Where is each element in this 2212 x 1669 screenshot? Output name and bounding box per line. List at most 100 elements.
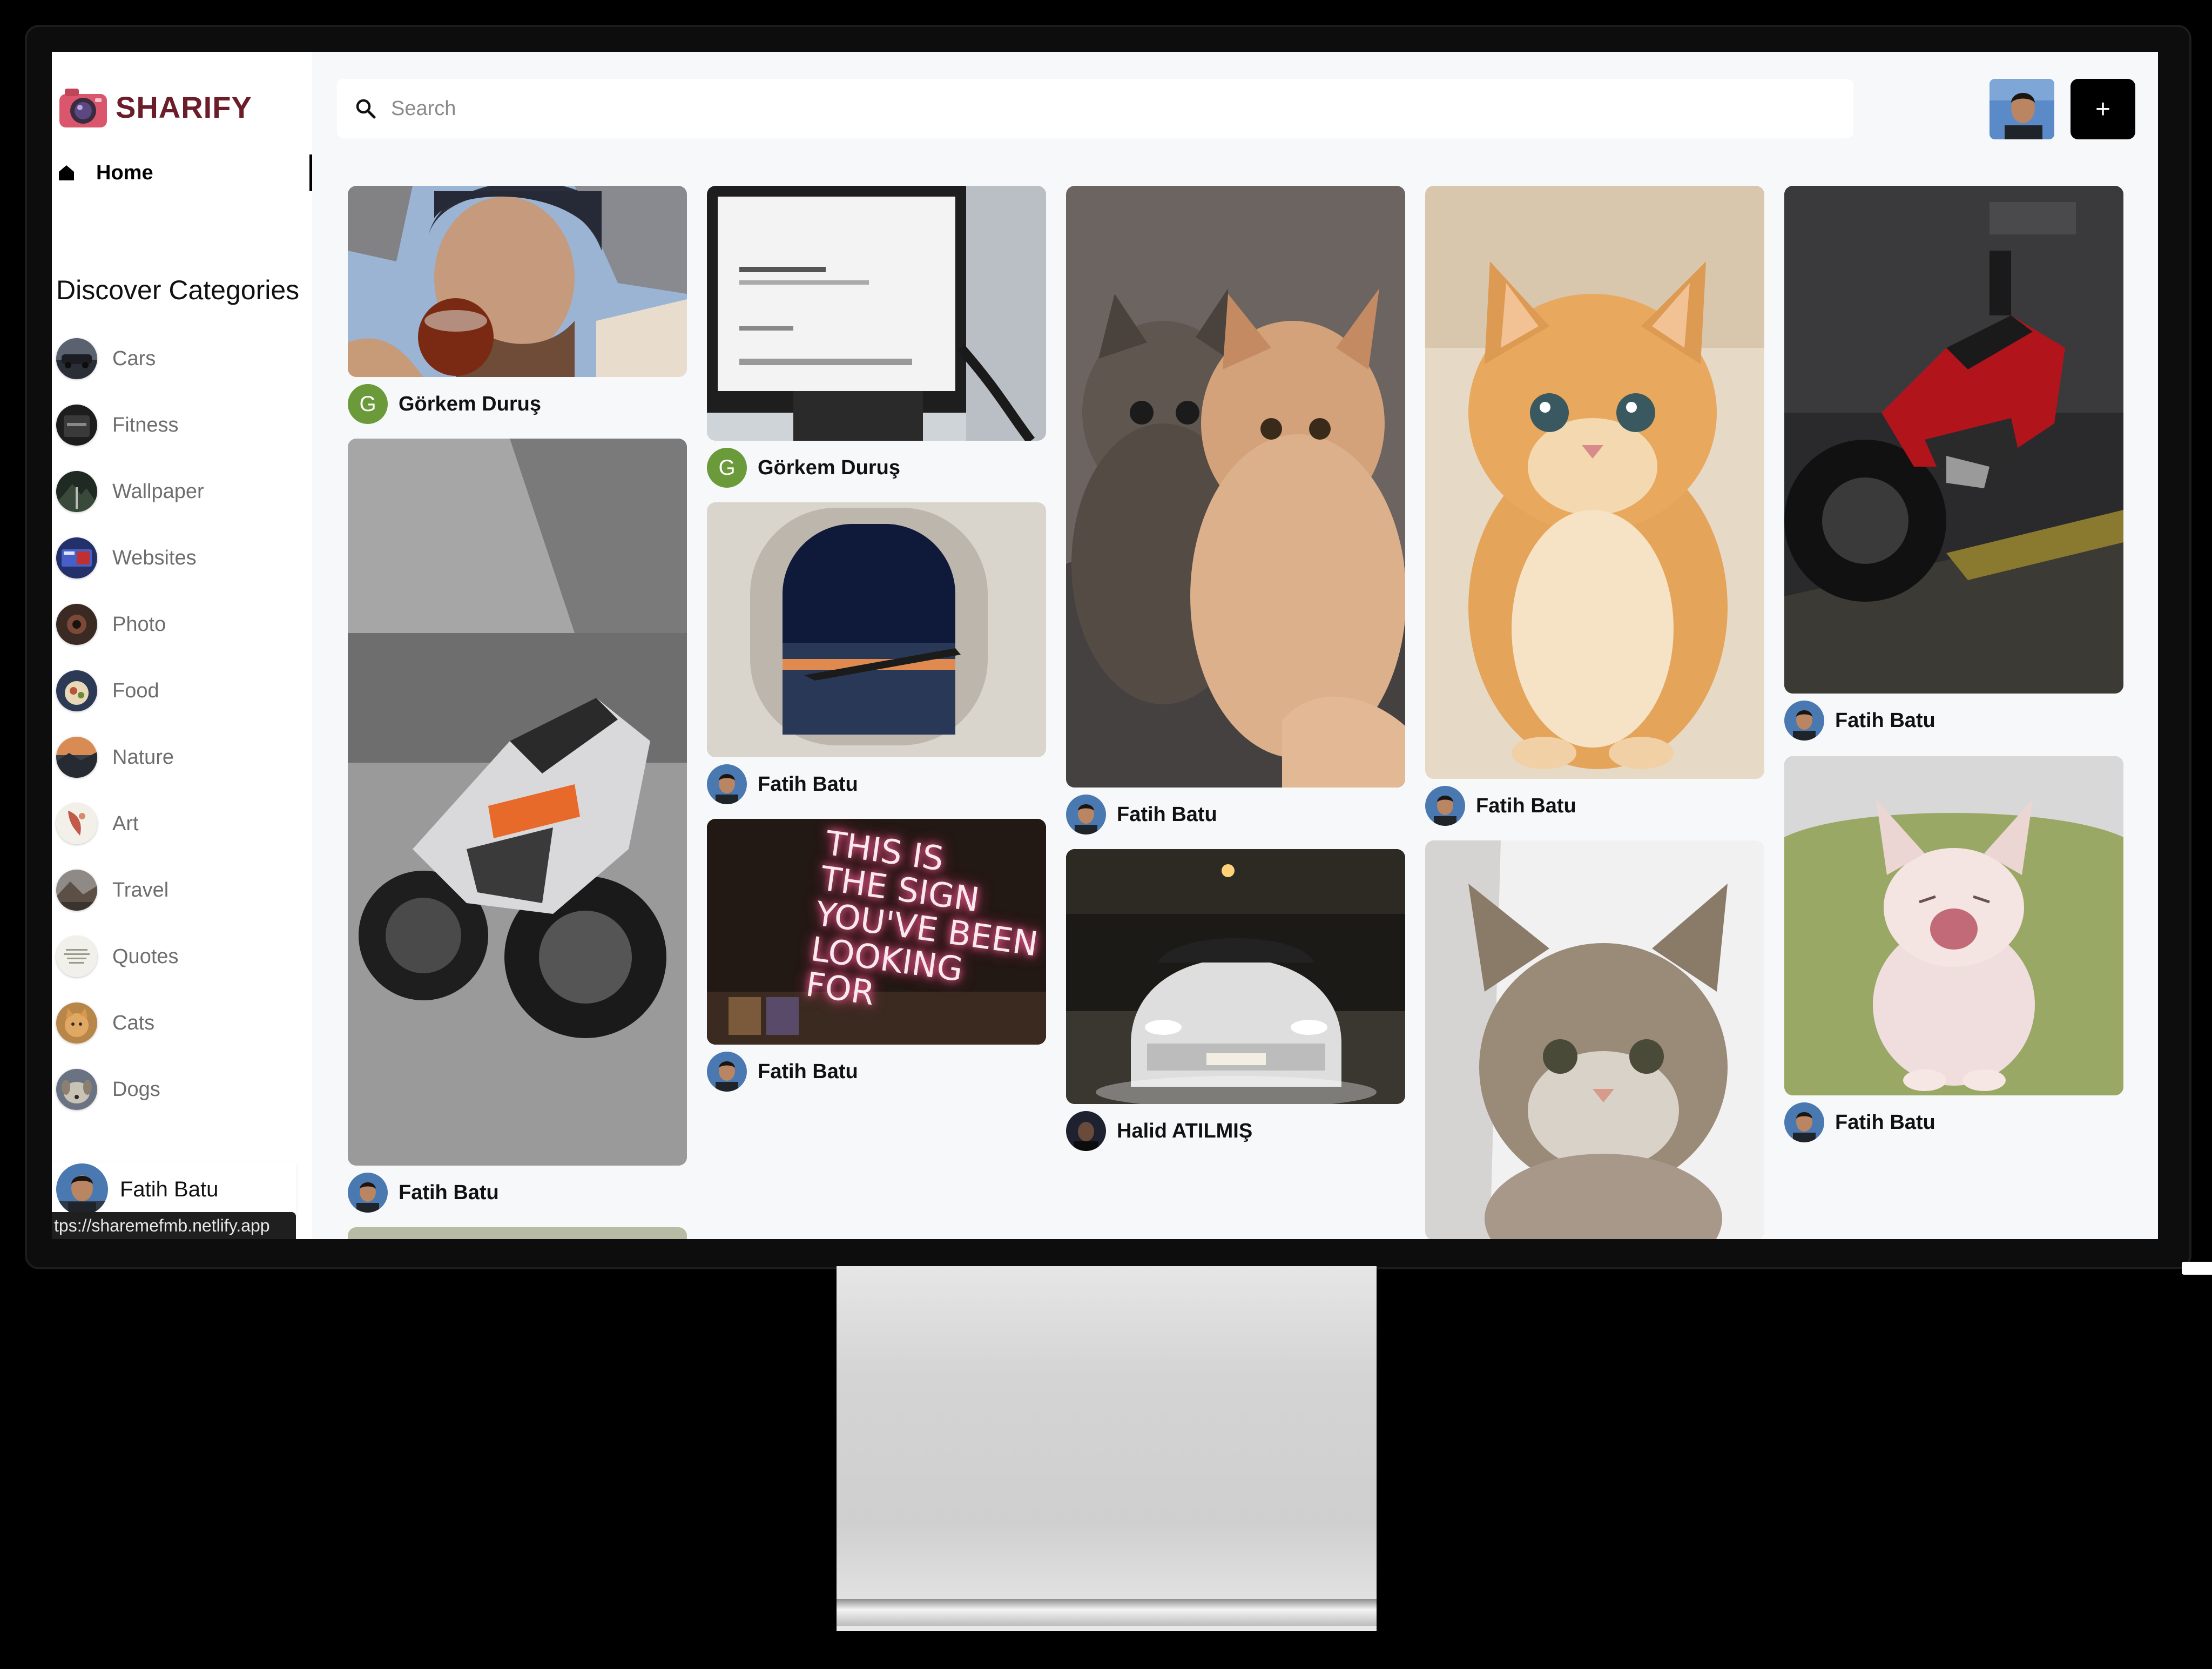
pin-author[interactable]: Fatih Batu <box>1784 1102 1936 1143</box>
categories-title: Discover Categories <box>56 275 300 305</box>
profile-avatar-button[interactable] <box>1990 79 2054 139</box>
author-avatar <box>707 1052 747 1092</box>
author-name: Fatih Batu <box>399 1181 499 1204</box>
pin-author[interactable]: Fatih Batu <box>348 1172 499 1213</box>
category-label: Dogs <box>112 1078 160 1101</box>
category-label: Nature <box>112 745 174 769</box>
author-avatar <box>1784 1102 1824 1142</box>
search-icon <box>356 99 376 119</box>
author-name: Fatih Batu <box>1476 794 1576 817</box>
author-avatar <box>1425 786 1465 826</box>
nature-thumbnail <box>56 737 97 778</box>
pin-image[interactable] <box>1066 186 1405 788</box>
category-label: Wallpaper <box>112 480 204 503</box>
sidebar-user-profile[interactable]: Fatih Batu <box>52 1162 296 1216</box>
author-name: Fatih Batu <box>1835 1111 1936 1134</box>
camera-logo-icon <box>59 89 107 127</box>
author-name: Fatih Batu <box>1117 803 1217 826</box>
monitor-stand-foot <box>837 1599 1377 1626</box>
category-websites[interactable]: Websites <box>56 536 204 580</box>
pin-image[interactable] <box>1425 186 1764 779</box>
dogs-thumbnail <box>56 1069 97 1110</box>
author-name: Fatih Batu <box>758 1060 858 1083</box>
search-input[interactable] <box>390 96 1796 121</box>
author-name: Fatih Batu <box>758 772 858 796</box>
photo-thumbnail <box>56 604 97 645</box>
quotes-thumbnail <box>56 936 97 977</box>
app-screen: SHARIFY Home Discover Categories Cars Fi… <box>52 52 2158 1239</box>
author-name: Görkem Duruş <box>758 456 900 479</box>
websites-thumbnail <box>56 537 97 578</box>
pin-author[interactable]: Fatih Batu <box>707 1051 858 1092</box>
cats-thumbnail <box>56 1002 97 1044</box>
pin-image[interactable] <box>707 186 1046 441</box>
category-dogs[interactable]: Dogs <box>56 1068 204 1111</box>
category-label: Travel <box>112 878 169 901</box>
pin-author[interactable]: Halid ATILMIŞ <box>1066 1111 1252 1152</box>
author-avatar: G <box>348 384 388 424</box>
category-cats[interactable]: Cats <box>56 1001 204 1045</box>
pin-image[interactable] <box>1425 840 1764 1239</box>
pin-image[interactable] <box>348 439 687 1166</box>
category-label: Cars <box>112 347 156 370</box>
neon-sign: THIS IS THE SIGN YOU'VE BEEN LOOKING FOR <box>804 823 1046 1034</box>
author-avatar <box>1066 795 1106 834</box>
pin-image[interactable] <box>1784 756 2123 1095</box>
pin-author[interactable]: Fatih Batu <box>1425 785 1576 826</box>
author-avatar: G <box>707 448 747 488</box>
search-bar[interactable] <box>337 79 1853 138</box>
author-avatar <box>707 764 747 804</box>
category-label: Art <box>112 812 139 835</box>
home-icon <box>59 165 74 180</box>
sidebar: SHARIFY Home Discover Categories Cars Fi… <box>52 52 312 1239</box>
user-avatar <box>56 1163 108 1215</box>
category-quotes[interactable]: Quotes <box>56 935 204 978</box>
pin-image[interactable] <box>1784 186 2123 694</box>
category-label: Food <box>112 679 159 702</box>
pin-author[interactable]: G Görkem Duruş <box>348 383 541 425</box>
author-name: Görkem Duruş <box>399 392 541 415</box>
category-fitness[interactable]: Fitness <box>56 403 204 447</box>
author-name: Fatih Batu <box>1835 709 1936 732</box>
sidebar-user-name: Fatih Batu <box>120 1177 219 1201</box>
category-label: Websites <box>112 546 197 569</box>
category-food[interactable]: Food <box>56 669 204 712</box>
monitor-stand <box>837 1266 1377 1631</box>
author-avatar <box>1784 701 1824 741</box>
nav-home[interactable]: Home <box>52 154 312 191</box>
category-label: Fitness <box>112 413 179 436</box>
category-travel[interactable]: Travel <box>56 869 204 912</box>
pin-image[interactable] <box>348 186 687 377</box>
pin-image[interactable]: THIS IS THE SIGN YOU'VE BEEN LOOKING FOR <box>707 819 1046 1045</box>
pin-image[interactable] <box>348 1227 687 1239</box>
travel-thumbnail <box>56 870 97 911</box>
pin-author[interactable]: Fatih Batu <box>1066 794 1217 835</box>
pin-image[interactable] <box>1066 849 1405 1104</box>
pin-author[interactable]: G Görkem Duruş <box>707 447 900 488</box>
category-list: Cars Fitness Wallpaper Websites Photo Fo… <box>56 337 204 1134</box>
category-nature[interactable]: Nature <box>56 736 204 779</box>
wallpaper-thumbnail <box>56 471 97 512</box>
category-art[interactable]: Art <box>56 802 204 845</box>
link-status-bar: tps://sharemefmb.netlify.app <box>52 1212 296 1239</box>
author-avatar <box>348 1173 388 1213</box>
nav-home-label: Home <box>96 161 153 184</box>
category-photo[interactable]: Photo <box>56 603 204 646</box>
category-label: Photo <box>112 613 166 636</box>
category-wallpaper[interactable]: Wallpaper <box>56 470 204 513</box>
pin-image[interactable] <box>707 502 1046 757</box>
brand-name: SHARIFY <box>116 90 252 124</box>
pin-author[interactable]: Fatih Batu <box>1784 700 1936 741</box>
add-pin-button[interactable]: + <box>2071 79 2135 139</box>
pin-author[interactable]: Fatih Batu <box>707 764 858 805</box>
category-label: Quotes <box>112 945 179 968</box>
edge-mark <box>2182 1262 2212 1275</box>
food-thumbnail <box>56 670 97 711</box>
cars-thumbnail <box>56 338 97 379</box>
category-cars[interactable]: Cars <box>56 337 204 380</box>
author-name: Halid ATILMIŞ <box>1117 1119 1253 1142</box>
author-avatar <box>1066 1111 1106 1151</box>
logo[interactable]: SHARIFY <box>57 84 252 130</box>
fitness-thumbnail <box>56 405 97 446</box>
art-thumbnail <box>56 803 97 844</box>
